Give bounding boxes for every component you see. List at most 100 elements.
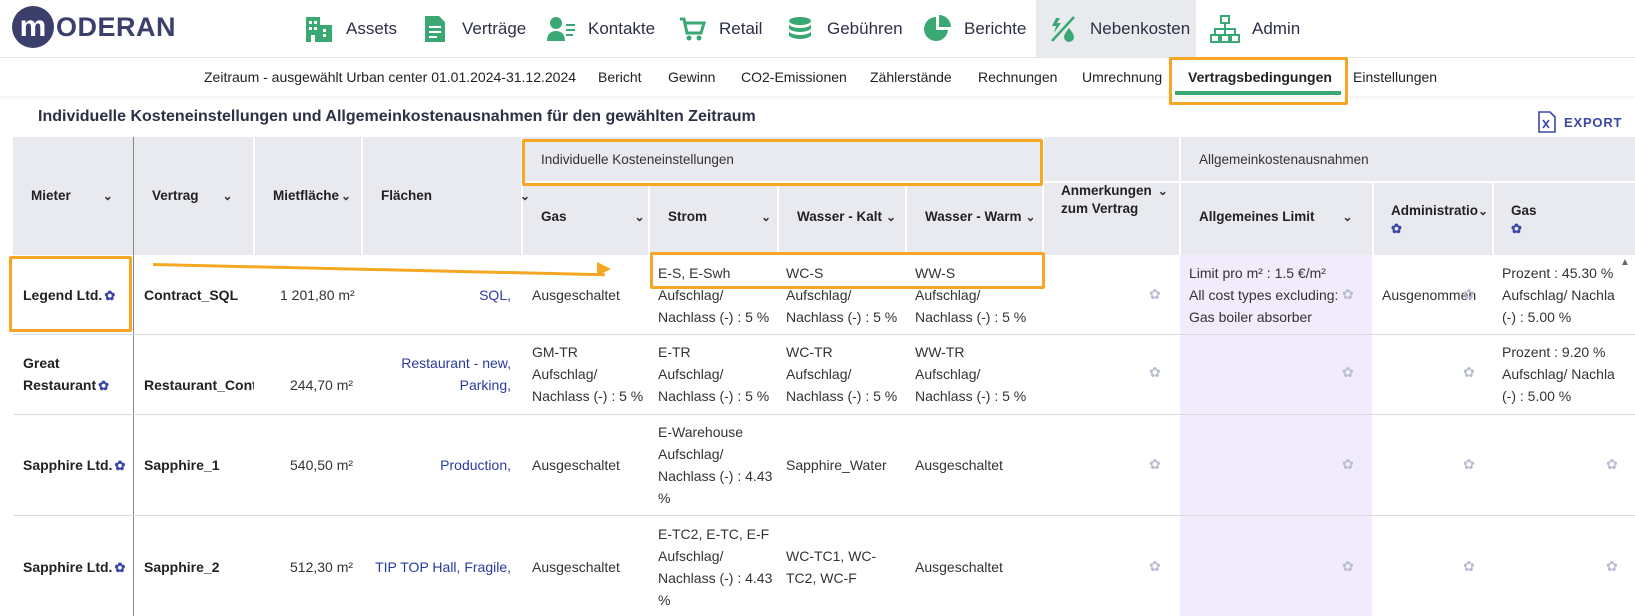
contract-name[interactable]: Contract_SQL	[144, 284, 238, 306]
nav-assets[interactable]: Assets	[304, 0, 397, 57]
gear-icon[interactable]: ✿	[1149, 286, 1161, 303]
col-allgemeines-limit[interactable]: Allgemeines Limit ⌄	[1199, 209, 1353, 224]
tenant-name-label-2: Restaurant	[23, 377, 97, 393]
nav-admin[interactable]: Admin	[1210, 0, 1300, 57]
tenant-name-label: Sapphire Ltd.	[23, 559, 113, 575]
nav-kontakte-label: Kontakte	[588, 18, 656, 38]
tab-umrechnung[interactable]: Umrechnung	[1082, 69, 1162, 85]
contract-name[interactable]: Sapphire_1	[144, 454, 219, 476]
area-link-2[interactable]: Parking,	[460, 377, 511, 393]
tab-einstellungen[interactable]: Einstellungen	[1353, 69, 1437, 85]
gear-icon[interactable]: ✿	[1606, 558, 1618, 575]
chevron-down-icon: ⌄	[1478, 204, 1487, 218]
highlight-box-tenant	[9, 256, 132, 332]
nav-gebuehren-label: Gebühren	[827, 18, 903, 38]
tenant-name[interactable]: Sapphire Ltd. ✿	[23, 454, 125, 477]
gear-icon[interactable]: ✿	[1463, 558, 1475, 575]
gear-icon[interactable]: ✿	[1149, 364, 1161, 381]
gear-icon[interactable]: ✿	[1342, 286, 1354, 303]
wasser-kalt-meter-2: TC2, WC-F	[786, 570, 857, 586]
building-icon	[304, 14, 334, 44]
gear-icon[interactable]: ✿	[1342, 364, 1354, 381]
col-administration[interactable]: Administratio⌄ ✿	[1391, 202, 1487, 238]
nav-berichte[interactable]: Berichte	[922, 0, 1026, 57]
strom-value: Nachlass (-) : 4.43	[658, 570, 773, 586]
nav-vertraege[interactable]: Verträge	[420, 0, 526, 57]
col-flaechen[interactable]: Flächen ⌄	[381, 188, 530, 203]
wasser-kalt-meter: WC-TC1, WC-	[786, 548, 877, 564]
general-limit-exclusions: All cost types excluding:	[1189, 287, 1339, 303]
gear-icon[interactable]: ✿	[1149, 456, 1161, 473]
col-anmerkungen[interactable]: Anmerkungen ⌄ zum Vertrag	[1061, 182, 1168, 218]
col-vertrag-label: Vertrag	[152, 188, 199, 203]
col-wasser-warm[interactable]: Wasser - Warm ⌄	[925, 209, 1036, 224]
tenant-name[interactable]: Sapphire Ltd. ✿	[23, 556, 125, 579]
gear-icon[interactable]: ✿	[1463, 286, 1475, 303]
area-link[interactable]: TIP TOP Hall, Fragile,	[371, 556, 511, 578]
col-gas-label: Gas	[541, 209, 567, 224]
gear-icon[interactable]: ✿	[1511, 220, 1522, 238]
col-vertrag[interactable]: Vertrag ⌄	[152, 188, 233, 203]
area-link[interactable]: Restaurant - new, Parking,	[381, 352, 511, 396]
wasser-warm-label: Aufschlag/	[915, 287, 981, 303]
gas-general: Prozent : 9.20 % Aufschlag/ Nachla (-) : 5…	[1502, 341, 1615, 407]
highlight-box-active-tab	[1169, 57, 1348, 105]
area-link[interactable]: SQL,	[381, 284, 511, 306]
general-limit-value: Limit pro m² : 1.5 €/m²	[1189, 265, 1326, 281]
area-link-1[interactable]: Restaurant - new,	[401, 355, 511, 371]
gas-value: (-) : 5.00 %	[1502, 388, 1572, 404]
period-selector[interactable]: Zeitraum - ausgewählt Urban center 01.01…	[204, 69, 576, 85]
gas-value: Nachlass (-) : 5 %	[532, 388, 644, 404]
col-mietflaeche-label: Mietfläche	[273, 188, 340, 203]
gas-percent: Prozent : 45.30 %	[1502, 265, 1614, 281]
gear-icon[interactable]: ✿	[1342, 456, 1354, 473]
gear-icon[interactable]: ✿	[1342, 558, 1354, 575]
strom-setting: E-TR Aufschlag/Nachlass (-) : 5 %	[658, 341, 769, 407]
col-strom[interactable]: Strom ⌄	[668, 209, 771, 224]
tab-bericht[interactable]: Bericht	[598, 69, 642, 85]
strom-value: Nachlass (-) : 5 %	[658, 388, 770, 404]
gas-setting: GM-TR Aufschlag/Nachlass (-) : 5 %	[532, 341, 643, 407]
nav-kontakte[interactable]: Kontakte	[546, 0, 655, 57]
area-link[interactable]: Production,	[381, 454, 511, 476]
contract-name[interactable]: Restaurant_Contr	[144, 374, 254, 396]
gear-icon[interactable]: ✿	[114, 455, 125, 477]
tab-gewinn[interactable]: Gewinn	[668, 69, 715, 85]
tenant-name[interactable]: Great Restaurant ✿	[23, 352, 109, 397]
export-button[interactable]: EXPORT	[1538, 111, 1622, 133]
col-gas[interactable]: Gas ⌄	[541, 209, 645, 224]
utilities-icon	[1048, 14, 1078, 44]
tab-co2-emissionen[interactable]: CO2-Emissionen	[741, 69, 847, 85]
nav-admin-label: Admin	[1252, 18, 1301, 38]
gear-icon[interactable]: ✿	[1463, 456, 1475, 473]
gear-icon[interactable]: ✿	[1149, 558, 1161, 575]
general-limit: Limit pro m² : 1.5 €/m² All cost types ex…	[1189, 262, 1338, 328]
tab-rechnungen[interactable]: Rechnungen	[978, 69, 1057, 85]
nav-nebenkosten[interactable]: Nebenkosten	[1036, 0, 1196, 57]
contract-name[interactable]: Sapphire_2	[144, 556, 219, 578]
gear-icon[interactable]: ✿	[1463, 364, 1475, 381]
gear-icon[interactable]: ✿	[98, 375, 109, 397]
gear-icon[interactable]: ✿	[1606, 456, 1618, 473]
col-mieter[interactable]: Mieter ⌄	[31, 188, 113, 203]
gear-icon[interactable]: ✿	[1391, 220, 1402, 238]
nav-nebenkosten-label: Nebenkosten	[1090, 18, 1191, 38]
col-flaechen-label: Flächen	[381, 188, 433, 203]
col-administration-label: Administratio	[1391, 203, 1479, 218]
nav-retail[interactable]: Retail	[677, 0, 762, 57]
wasser-kalt-setting: WC-TR Aufschlag/Nachlass (-) : 5 %	[786, 341, 897, 407]
chevron-down-icon: ⌄	[102, 189, 113, 203]
moderan-logo[interactable]: m ODERAN	[12, 6, 176, 48]
tab-zaehlerstaende[interactable]: Zählerstände	[870, 69, 952, 85]
gear-icon[interactable]: ✿	[114, 557, 125, 579]
hierarchy-icon	[1210, 14, 1240, 44]
nav-vertraege-label: Verträge	[462, 18, 527, 38]
chevron-down-icon: ⌄	[1342, 210, 1353, 224]
col-mieter-label: Mieter	[31, 188, 71, 203]
col-gas-general[interactable]: Gas ✿	[1511, 202, 1537, 238]
nav-gebuehren[interactable]: Gebühren	[785, 0, 903, 57]
col-mietflaeche[interactable]: Mietfläche ⌄	[273, 188, 351, 203]
strom-label: Aufschlag/	[658, 548, 724, 564]
col-wasser-warm-label: Wasser - Warm	[925, 209, 1022, 224]
col-wasser-kalt[interactable]: Wasser - Kalt ⌄	[797, 209, 896, 224]
